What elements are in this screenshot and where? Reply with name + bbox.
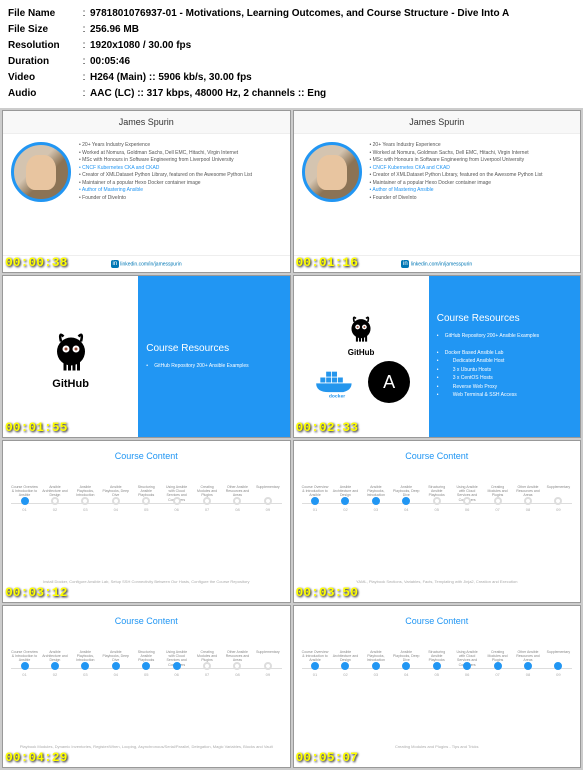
thumbnail-timestamp: 00:02:33 xyxy=(296,420,358,435)
thumbnail-grid: James Spurin • 20+ Years Industry Experi… xyxy=(0,108,583,770)
video-value: H264 (Main) :: 5906 kb/s, 30.00 fps xyxy=(90,70,575,86)
presenter-avatar xyxy=(11,142,71,202)
timeline-node: Other Ansible Resources and Areas 08 xyxy=(224,650,251,677)
timeline-node: Structuring Ansible Playbooks 05 xyxy=(133,485,160,512)
timeline-node: Other Ansible Resources and Areas 08 xyxy=(224,485,251,512)
audio-value: AAC (LC) :: 317 kbps, 48000 Hz, 2 channe… xyxy=(90,86,575,102)
timeline-node: Other Ansible Resources and Areas 08 xyxy=(514,485,541,512)
timeline-node: Supplementary 09 xyxy=(545,650,572,677)
presenter-name: James Spurin xyxy=(3,111,290,134)
timeline-node: Supplementary 09 xyxy=(545,485,572,512)
video-thumbnail[interactable]: James Spurin • 20+ Years Industry Experi… xyxy=(293,110,582,273)
bio-bullet-list: • 20+ Years Industry Experience• Worked … xyxy=(79,142,252,247)
timeline-node: Course Overview & Introduction to Ansibl… xyxy=(302,650,329,677)
timeline-node: Ansible Architecture and Design 02 xyxy=(41,650,68,677)
thumbnail-timestamp: 00:01:55 xyxy=(5,420,67,435)
resources-logos: GitHub docker A xyxy=(294,276,429,437)
timeline-title: Course Content xyxy=(7,616,286,626)
resolution-label: Resolution xyxy=(8,38,78,54)
video-thumbnail[interactable]: Course Content Course Overview & Introdu… xyxy=(293,440,582,603)
timeline-node: Ansible Playbooks, Deep Dive 04 xyxy=(393,485,420,512)
timeline-title: Course Content xyxy=(298,616,577,626)
timeline-node: Ansible Playbooks, Deep Dive 04 xyxy=(102,650,129,677)
timeline-node: Supplementary 09 xyxy=(254,485,281,512)
timeline-node: Creating Modules and Plugins 07 xyxy=(194,650,221,677)
video-thumbnail[interactable]: GitHub Course ResourcesGitHub Repository… xyxy=(2,275,291,438)
filename-value: 9781801076937-01 - Motivations, Learning… xyxy=(90,6,575,22)
timeline-title: Course Content xyxy=(7,451,286,461)
thumbnail-timestamp: 00:00:38 xyxy=(5,255,67,270)
timeline-node: Ansible Architecture and Design 02 xyxy=(41,485,68,512)
thumbnail-timestamp: 00:03:50 xyxy=(296,585,358,600)
github-octocat-icon xyxy=(46,324,96,374)
svg-text:docker: docker xyxy=(329,393,345,398)
timeline-node: Course Overview & Introduction to Ansibl… xyxy=(11,650,38,677)
timeline-caption: Creating Modules and Plugins - Tips and … xyxy=(298,744,577,749)
timeline-caption: Install Docker, Configure Ansible Lab, S… xyxy=(7,579,286,584)
resolution-value: 1920x1080 / 30.00 fps xyxy=(90,38,575,54)
linkedin-icon: in xyxy=(111,260,119,268)
timeline-node: Using Ansible with Cloud Services and Co… xyxy=(454,650,481,677)
video-thumbnail[interactable]: Course Content Course Overview & Introdu… xyxy=(2,605,291,768)
timeline-node: Creating Modules and Plugins 07 xyxy=(194,485,221,512)
duration-value: 00:05:46 xyxy=(90,54,575,70)
filesize-value: 256.96 MB xyxy=(90,22,575,38)
presenter-avatar xyxy=(302,142,362,202)
ansible-icon: A xyxy=(368,361,410,403)
thumbnail-timestamp: 00:03:12 xyxy=(5,585,67,600)
audio-label: Audio xyxy=(8,86,78,102)
thumbnail-timestamp: 00:01:16 xyxy=(296,255,358,270)
timeline-node: Creating Modules and Plugins 07 xyxy=(484,485,511,512)
timeline-node: Structuring Ansible Playbooks 05 xyxy=(423,485,450,512)
timeline-caption: YAML, Playbook Sections, Variables, Fact… xyxy=(298,579,577,584)
github-octocat-icon xyxy=(344,310,378,344)
timeline-node: Using Ansible with Cloud Services and Co… xyxy=(163,485,190,512)
timeline-node: Using Ansible with Cloud Services and Co… xyxy=(163,650,190,677)
timeline-node: Ansible Architecture and Design 02 xyxy=(332,485,359,512)
video-label: Video xyxy=(8,70,78,86)
timeline-caption: Playbook Modules, Dynamic Inventories, R… xyxy=(7,744,286,749)
timeline-node: Ansible Playbooks, Introduction 03 xyxy=(362,650,389,677)
docker-whale-icon: docker xyxy=(312,365,362,398)
linkedin-icon: in xyxy=(401,260,409,268)
resources-panel: Course ResourcesGitHub Repository 200+ A… xyxy=(138,276,289,437)
resources-panel: Course ResourcesGitHub Repository 200+ A… xyxy=(429,276,580,437)
timeline-title: Course Content xyxy=(298,451,577,461)
filesize-label: File Size xyxy=(8,22,78,38)
thumbnail-timestamp: 00:04:29 xyxy=(5,750,67,765)
file-metadata-panel: File Name:9781801076937-01 - Motivations… xyxy=(0,0,583,108)
duration-label: Duration xyxy=(8,54,78,70)
timeline-node: Structuring Ansible Playbooks 05 xyxy=(423,650,450,677)
timeline-node: Ansible Architecture and Design 02 xyxy=(332,650,359,677)
github-label: GitHub xyxy=(348,348,375,357)
timeline-node: Ansible Playbooks, Introduction 03 xyxy=(72,650,99,677)
presenter-name: James Spurin xyxy=(294,111,581,134)
timeline-node: Ansible Playbooks, Introduction 03 xyxy=(72,485,99,512)
timeline-node: Other Ansible Resources and Areas 08 xyxy=(514,650,541,677)
timeline-node: Using Ansible with Cloud Services and Co… xyxy=(454,485,481,512)
video-thumbnail[interactable]: Course Content Course Overview & Introdu… xyxy=(2,440,291,603)
filename-label: File Name xyxy=(8,6,78,22)
timeline-node: Ansible Playbooks, Deep Dive 04 xyxy=(102,485,129,512)
resources-logos: GitHub xyxy=(3,276,138,437)
timeline-node: Course Overview & Introduction to Ansibl… xyxy=(11,485,38,512)
timeline-node: Creating Modules and Plugins 07 xyxy=(484,650,511,677)
video-thumbnail[interactable]: James Spurin • 20+ Years Industry Experi… xyxy=(2,110,291,273)
thumbnail-timestamp: 00:05:07 xyxy=(296,750,358,765)
timeline-node: Supplementary 09 xyxy=(254,650,281,677)
timeline-node: Ansible Playbooks, Deep Dive 04 xyxy=(393,650,420,677)
timeline-node: Ansible Playbooks, Introduction 03 xyxy=(362,485,389,512)
video-thumbnail[interactable]: Course Content Course Overview & Introdu… xyxy=(293,605,582,768)
github-label: GitHub xyxy=(52,378,89,390)
timeline-node: Course Overview & Introduction to Ansibl… xyxy=(302,485,329,512)
video-thumbnail[interactable]: GitHub docker A Course ResourcesGitHub Re… xyxy=(293,275,582,438)
timeline-node: Structuring Ansible Playbooks 05 xyxy=(133,650,160,677)
bio-bullet-list: • 20+ Years Industry Experience• Worked … xyxy=(370,142,543,247)
